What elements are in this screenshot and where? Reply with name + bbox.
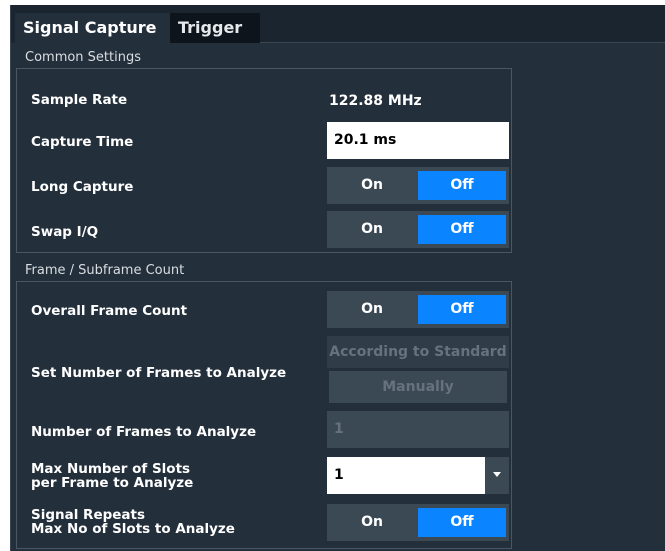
- signal-repeats-label-line2: Max No of Slots to Analyze: [31, 521, 235, 537]
- overall-frame-count-on-button[interactable]: On: [327, 291, 417, 328]
- signal-capture-dialog: Signal Capture Trigger Common Settings S…: [10, 5, 665, 551]
- signal-repeats-on-button[interactable]: On: [327, 504, 417, 541]
- tab-bar: Signal Capture Trigger: [11, 5, 665, 43]
- frame-count-title: Frame / Subframe Count: [25, 263, 185, 278]
- swap-iq-label: Swap I/Q: [31, 224, 99, 240]
- settings-panel: Common Settings Sample Rate 122.88 MHz C…: [11, 43, 665, 551]
- capture-time-input[interactable]: 20.1 ms: [327, 122, 509, 159]
- max-slots-label: Max Number of Slots per Frame to Analyze: [31, 462, 193, 490]
- long-capture-off-button[interactable]: Off: [418, 171, 506, 200]
- tab-signal-capture[interactable]: Signal Capture: [15, 13, 170, 43]
- overall-frame-count-off-button[interactable]: Off: [418, 295, 506, 324]
- max-slots-dropdown-button[interactable]: [485, 457, 509, 494]
- swap-iq-on-button[interactable]: On: [327, 211, 417, 248]
- max-slots-dropdown[interactable]: 1: [327, 457, 509, 494]
- sample-rate-value: 122.88 MHz: [329, 93, 422, 109]
- max-slots-value: 1: [334, 467, 344, 483]
- tab-trigger[interactable]: Trigger: [170, 13, 260, 43]
- swap-iq-toggle[interactable]: On Off: [327, 211, 509, 248]
- common-settings-title: Common Settings: [25, 50, 142, 65]
- sample-rate-label: Sample Rate: [31, 92, 128, 108]
- swap-iq-off-button[interactable]: Off: [418, 215, 506, 244]
- manually-button: Manually: [329, 371, 507, 403]
- overall-frame-count-toggle[interactable]: On Off: [327, 291, 509, 328]
- common-settings-group: Sample Rate 122.88 MHz Capture Time 20.1…: [16, 68, 512, 253]
- capture-time-label: Capture Time: [31, 134, 134, 150]
- signal-repeats-toggle[interactable]: On Off: [327, 504, 509, 541]
- number-of-frames-input: 1: [327, 411, 509, 448]
- long-capture-label: Long Capture: [31, 179, 134, 195]
- overall-frame-count-label: Overall Frame Count: [31, 303, 188, 319]
- long-capture-toggle[interactable]: On Off: [327, 167, 509, 204]
- according-to-standard-button: According to Standard: [327, 336, 509, 368]
- max-slots-label-line1: Max Number of Slots: [31, 461, 191, 477]
- frame-count-group: Overall Frame Count On Off Set Number of…: [16, 281, 512, 549]
- chevron-down-icon: [493, 472, 501, 477]
- number-of-frames-label: Number of Frames to Analyze: [31, 424, 257, 440]
- set-number-frames-selector: According to Standard Manually: [327, 336, 509, 406]
- max-slots-label-line2: per Frame to Analyze: [31, 475, 194, 491]
- signal-repeats-off-button[interactable]: Off: [418, 508, 506, 537]
- set-number-frames-label: Set Number of Frames to Analyze: [31, 365, 287, 381]
- signal-repeats-label-line1: Signal Repeats: [31, 507, 146, 523]
- long-capture-on-button[interactable]: On: [327, 167, 417, 204]
- signal-repeats-label: Signal Repeats Max No of Slots to Analyz…: [31, 508, 235, 536]
